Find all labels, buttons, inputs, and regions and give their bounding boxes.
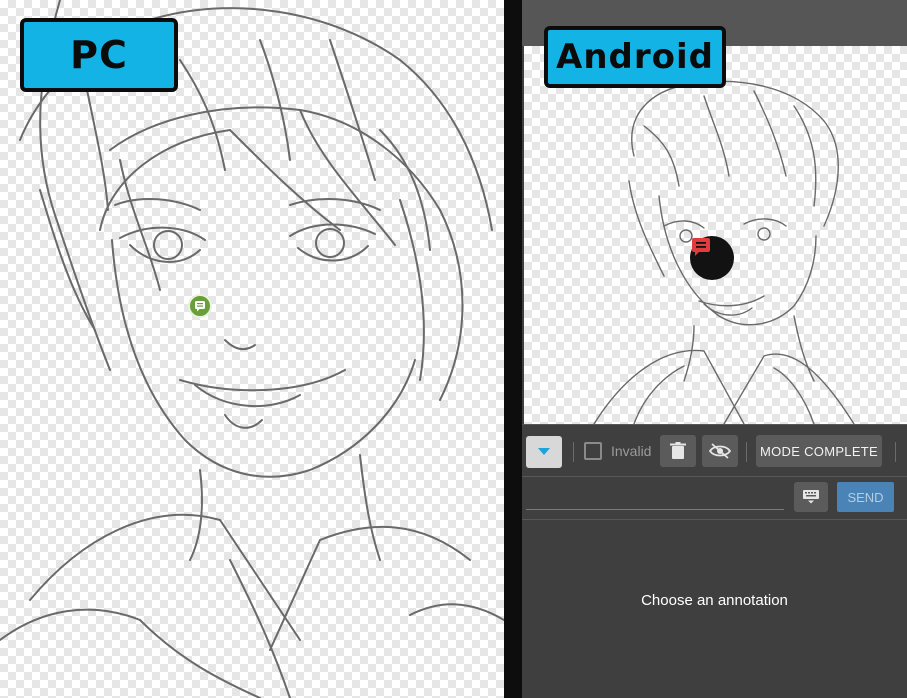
annotation-text-input[interactable] — [526, 483, 784, 510]
delete-button[interactable] — [660, 435, 696, 467]
invalid-label: Invalid — [611, 443, 652, 459]
android-sketch — [593, 80, 855, 424]
pc-sketch — [0, 0, 504, 698]
annotation-input-row: SEND — [522, 477, 907, 519]
android-canvas[interactable] — [524, 46, 907, 424]
toolbar-separator — [746, 442, 747, 462]
keyboard-icon — [803, 490, 819, 504]
pc-label-badge: PC — [20, 18, 178, 92]
android-app-panel: Invalid MODE COMPLETE SEND Choose an ann… — [522, 0, 907, 698]
pc-canvas[interactable] — [0, 0, 504, 698]
toolbar-separator — [895, 442, 896, 462]
pc-annotation-pin[interactable] — [188, 294, 212, 318]
android-annotation-pin[interactable] — [690, 236, 734, 280]
canvas-divider — [522, 424, 907, 425]
comment-icon — [692, 238, 710, 256]
android-label-badge: Android — [544, 26, 726, 88]
input-divider — [522, 519, 907, 520]
eye-off-icon — [709, 443, 731, 459]
toolbar-separator — [573, 442, 574, 462]
mode-complete-button[interactable]: MODE COMPLETE — [756, 435, 882, 467]
panel-divider — [504, 0, 522, 698]
send-button[interactable]: SEND — [837, 482, 894, 512]
trash-icon — [670, 442, 686, 459]
triangle-down-icon — [538, 448, 550, 455]
keyboard-button[interactable] — [794, 482, 828, 512]
toggle-visibility-button[interactable] — [702, 435, 738, 467]
android-toolbar: Invalid MODE COMPLETE — [522, 426, 907, 476]
annotation-type-dropdown[interactable] — [526, 436, 562, 468]
comment-icon — [195, 301, 205, 312]
empty-state-message: Choose an annotation — [641, 592, 788, 609]
invalid-checkbox[interactable] — [584, 442, 602, 460]
